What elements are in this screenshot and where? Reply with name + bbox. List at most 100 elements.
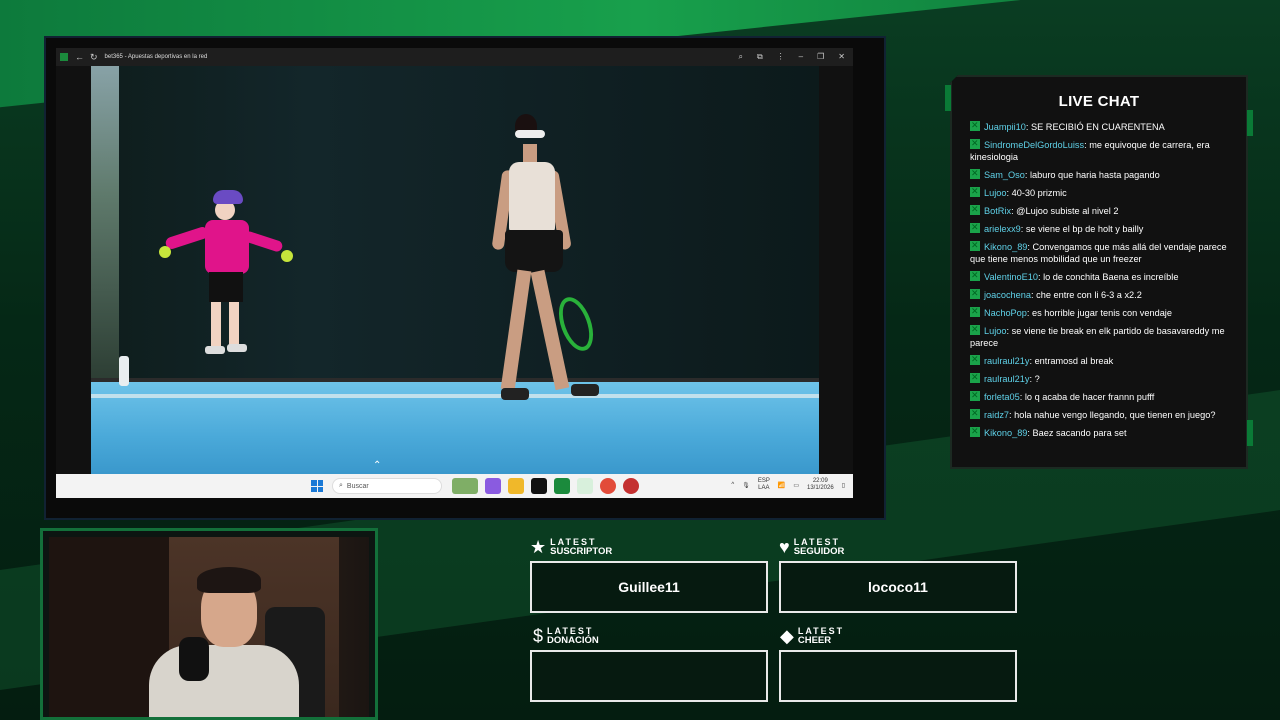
chat-message: ValentinoE10: lo de conchita Baena es in… bbox=[970, 269, 1230, 283]
chat-message: raulraul21y: ? bbox=[970, 371, 1230, 385]
chat-username[interactable]: Sam_Oso bbox=[984, 170, 1025, 180]
taskbar-search-placeholder: Buscar bbox=[346, 482, 369, 490]
tennis-ball bbox=[281, 250, 293, 262]
chat-username[interactable]: Juampii10 bbox=[984, 122, 1026, 132]
chat-username[interactable]: BotRix bbox=[984, 206, 1011, 216]
chat-text: se viene el bp de holt y bailly bbox=[1025, 223, 1144, 234]
chat-username[interactable]: Lujoo bbox=[984, 188, 1006, 198]
chat-username[interactable]: forleta05 bbox=[984, 392, 1020, 402]
restore-icon[interactable]: ❐ bbox=[817, 52, 824, 62]
microphone-icon[interactable]: 🎙 bbox=[742, 482, 750, 489]
search-icon: ⌕ bbox=[339, 482, 343, 489]
chat-username[interactable]: ValentinoE10 bbox=[984, 272, 1038, 282]
widgets-app-icon[interactable] bbox=[452, 478, 478, 494]
whatsapp-app-icon[interactable] bbox=[577, 478, 593, 494]
copilot-app-icon[interactable] bbox=[485, 478, 501, 494]
chat-username[interactable]: raidz7 bbox=[984, 410, 1009, 420]
chat-message: Kikono_89: Baez sacando para set bbox=[970, 425, 1230, 439]
wifi-icon[interactable]: 📶 bbox=[778, 482, 785, 489]
chat-username[interactable]: raulraul21y bbox=[984, 374, 1029, 384]
background-wall bbox=[91, 66, 119, 386]
kick-badge-icon bbox=[970, 425, 980, 437]
chat-message-list: Juampii10: SE RECIBIÓ EN CUARENTENA Sindr… bbox=[970, 119, 1230, 445]
notifications-icon[interactable]: ▯ bbox=[842, 482, 845, 489]
chat-message: Lujoo: 40-30 prizmic bbox=[970, 185, 1230, 199]
microphone bbox=[179, 637, 209, 681]
zoom-icon[interactable]: ⌕ bbox=[738, 52, 742, 62]
chat-username[interactable]: NachoPop bbox=[984, 308, 1027, 318]
kick-badge-icon bbox=[970, 167, 980, 180]
chat-message: joacochena: che entre con li 6-3 a x2.2 bbox=[970, 287, 1230, 301]
chat-title: LIVE CHAT bbox=[1058, 93, 1140, 110]
file-explorer-icon[interactable] bbox=[508, 478, 524, 494]
video-player[interactable]: ⌃ bbox=[56, 66, 853, 474]
latest-suscriptor-box: Guillee11 bbox=[530, 561, 768, 613]
clock[interactable]: 22:09 13/1/2026 bbox=[807, 478, 834, 492]
keyboard-layout: LAA bbox=[758, 485, 770, 491]
taskbar-search[interactable]: ⌕ Buscar bbox=[332, 478, 442, 494]
extension-icon[interactable]: ⧉ bbox=[757, 52, 763, 62]
back-icon[interactable]: ← bbox=[75, 52, 84, 62]
chat-text: hola nahue vengo llegando, que tienen en… bbox=[1014, 409, 1216, 420]
chevron-up-icon[interactable]: ^ bbox=[731, 482, 734, 488]
more-icon[interactable]: ⋮ bbox=[777, 52, 785, 62]
windows-taskbar: ⌕ Buscar ^ 🎙 ESP LAA 📶 ▭ 22:09 13/1/2026… bbox=[56, 474, 853, 498]
browser-tab-title: bet365 - Apuestas deportivas en la red bbox=[104, 54, 208, 60]
close-icon[interactable]: ✕ bbox=[838, 52, 845, 62]
chat-message: Juampii10: SE RECIBIÓ EN CUARENTENA bbox=[970, 119, 1230, 133]
chat-text: lo de conchita Baena es increíble bbox=[1043, 272, 1179, 283]
tiktok-app-icon[interactable] bbox=[531, 478, 547, 494]
chat-message: Kikono_89: Convengamos que más allá del … bbox=[970, 239, 1230, 266]
latest-cheer-box bbox=[779, 650, 1017, 702]
refresh-icon[interactable]: ↻ bbox=[90, 52, 98, 63]
latest-donacion-box bbox=[530, 650, 768, 702]
chrome-app-icon[interactable] bbox=[600, 478, 616, 494]
kick-badge-icon bbox=[970, 185, 980, 198]
chat-message: SindromeDelGordoLuiss: me equivoque de c… bbox=[970, 137, 1230, 164]
latest-seguidor-box: lococo11 bbox=[779, 561, 1017, 613]
star-icon: ★ bbox=[530, 537, 547, 557]
label-line2: DONACIÓN bbox=[547, 635, 599, 646]
chat-text: 40-30 prizmic bbox=[1011, 188, 1067, 199]
battery-icon[interactable]: ▭ bbox=[793, 482, 799, 489]
kick-badge-icon bbox=[970, 305, 980, 317]
chat-message: Sam_Oso: laburo que haria hasta pagando bbox=[970, 167, 1230, 181]
taskbar-apps bbox=[452, 478, 639, 494]
chat-frame-accent bbox=[1247, 420, 1253, 446]
label-line2: CHEER bbox=[797, 635, 832, 646]
chat-message: forleta05: lo q acaba de hacer frannn pu… bbox=[970, 389, 1230, 403]
live-chat-panel: LIVE CHAT Juampii10: SE RECIBIÓ EN CUARE… bbox=[950, 75, 1248, 469]
letterbox-right bbox=[819, 66, 853, 474]
chat-username[interactable]: Kikono_89 bbox=[984, 428, 1027, 438]
latest-seguidor-value: lococo11 bbox=[868, 579, 928, 595]
kick-badge-icon bbox=[970, 389, 980, 401]
kick-badge-icon bbox=[970, 203, 980, 215]
chat-username[interactable]: arielexx9 bbox=[984, 224, 1021, 234]
chat-username[interactable]: Kikono_89 bbox=[984, 242, 1027, 252]
chat-text: ? bbox=[1034, 374, 1040, 385]
chat-username[interactable]: raulraul21y bbox=[984, 356, 1029, 366]
kick-badge-icon bbox=[970, 119, 980, 131]
record-app-icon[interactable] bbox=[623, 478, 639, 494]
chat-username[interactable]: Lujoo bbox=[984, 326, 1006, 336]
windows-start-icon[interactable] bbox=[311, 480, 323, 492]
minimize-icon[interactable]: – bbox=[799, 52, 803, 62]
clock-time: 22:09 bbox=[812, 478, 828, 484]
language-indicator[interactable]: ESP LAA bbox=[758, 478, 770, 492]
latest-suscriptor-value: Guillee11 bbox=[618, 579, 680, 595]
kick-badge-icon bbox=[970, 269, 980, 282]
chat-frame-accent bbox=[1247, 110, 1253, 136]
kick-badge-icon bbox=[970, 221, 980, 233]
chat-username[interactable]: joacochena bbox=[984, 290, 1031, 300]
browser-title-bar: ← ↻ bet365 - Apuestas deportivas en la r… bbox=[56, 48, 853, 66]
diamond-icon: ◆ bbox=[780, 626, 794, 646]
bet365-app-icon[interactable] bbox=[554, 478, 570, 494]
tennis-court-scene: ⌃ bbox=[91, 66, 819, 474]
kick-badge-icon bbox=[970, 239, 980, 251]
chat-username[interactable]: SindromeDelGordoLuiss bbox=[984, 140, 1084, 150]
kick-badge-icon bbox=[970, 137, 980, 149]
chat-text: che entre con li 6-3 a x2.2 bbox=[1036, 290, 1142, 301]
chat-text: Baez sacando para set bbox=[1032, 427, 1127, 438]
chat-frame-accent bbox=[945, 85, 951, 111]
chat-text: es horrible jugar tenis con vendaje bbox=[1032, 307, 1172, 318]
